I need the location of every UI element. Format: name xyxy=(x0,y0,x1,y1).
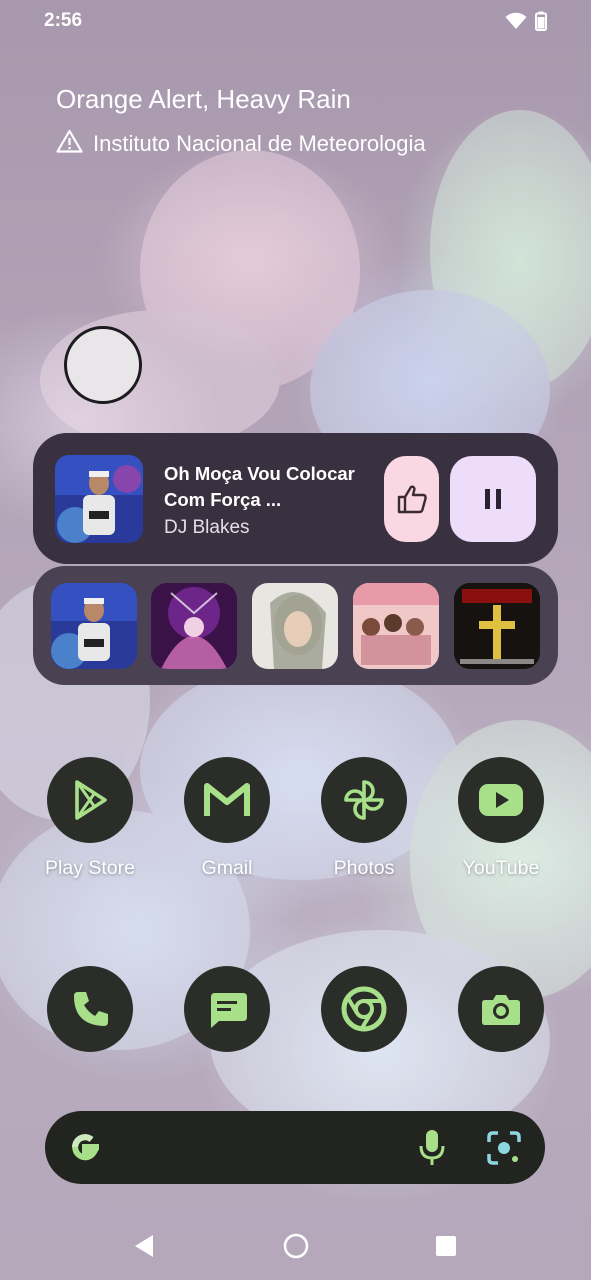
weather-alert-source-label: Instituto Nacional de Meteorologia xyxy=(93,131,426,156)
app-label-gmail: Gmail xyxy=(201,857,253,879)
recent-tracks-card xyxy=(33,566,558,685)
google-search-bar[interactable] xyxy=(45,1111,545,1184)
profile-circle-widget[interactable] xyxy=(64,326,142,404)
song-artist: DJ Blakes xyxy=(164,517,250,538)
weather-alert-source[interactable]: Instituto Nacional de Meteorologia xyxy=(56,129,426,159)
thumbs-up-icon xyxy=(397,485,427,514)
mic-icon[interactable] xyxy=(417,1128,447,1171)
dock-camera[interactable] xyxy=(446,966,556,1052)
album-art-3[interactable] xyxy=(252,583,338,669)
photos-icon xyxy=(321,757,407,843)
wifi-icon xyxy=(505,12,527,35)
navigation-bar xyxy=(0,1214,591,1280)
dock-messages[interactable] xyxy=(172,966,282,1052)
weather-alert-title[interactable]: Orange Alert, Heavy Rain xyxy=(56,84,351,115)
youtube-icon xyxy=(458,757,544,843)
song-title: Oh Moça Vou Colocar Com Força ... xyxy=(164,463,355,510)
app-youtube[interactable]: YouTube xyxy=(446,757,556,880)
app-label-photos: Photos xyxy=(333,857,395,879)
album-art-5[interactable] xyxy=(454,583,540,669)
album-art-4[interactable] xyxy=(353,583,439,669)
chrome-icon xyxy=(321,966,407,1052)
back-icon[interactable] xyxy=(133,1234,155,1263)
album-art-2[interactable] xyxy=(151,583,237,669)
album-art-1[interactable] xyxy=(51,583,137,669)
pause-icon xyxy=(485,489,501,509)
phone-icon xyxy=(47,966,133,1052)
clock: 2:56 xyxy=(44,10,83,31)
dock-phone[interactable] xyxy=(35,966,145,1052)
app-gmail[interactable]: Gmail xyxy=(172,757,282,880)
play-store-icon xyxy=(47,757,133,843)
battery-icon xyxy=(535,11,547,36)
lens-icon[interactable] xyxy=(485,1129,523,1172)
gmail-icon xyxy=(184,757,270,843)
app-photos[interactable]: Photos xyxy=(309,757,419,880)
messages-icon xyxy=(184,966,270,1052)
dock-chrome[interactable] xyxy=(309,966,419,1052)
app-label-youtube: YouTube xyxy=(462,857,540,879)
app-play-store[interactable]: Play Store xyxy=(35,757,145,880)
album-art-current[interactable] xyxy=(55,455,143,543)
home-icon[interactable] xyxy=(283,1233,309,1264)
camera-icon xyxy=(458,966,544,1052)
recents-icon[interactable] xyxy=(435,1235,457,1262)
app-label-play-store: Play Store xyxy=(45,857,135,879)
status-bar: 2:56 xyxy=(0,0,591,44)
warning-icon xyxy=(56,129,83,159)
google-logo-icon[interactable] xyxy=(66,1128,104,1171)
like-button[interactable] xyxy=(384,456,439,542)
media-player-card[interactable]: Oh Moça Vou Colocar Com Força ... DJ Bla… xyxy=(33,433,558,564)
pause-button[interactable] xyxy=(450,456,536,542)
